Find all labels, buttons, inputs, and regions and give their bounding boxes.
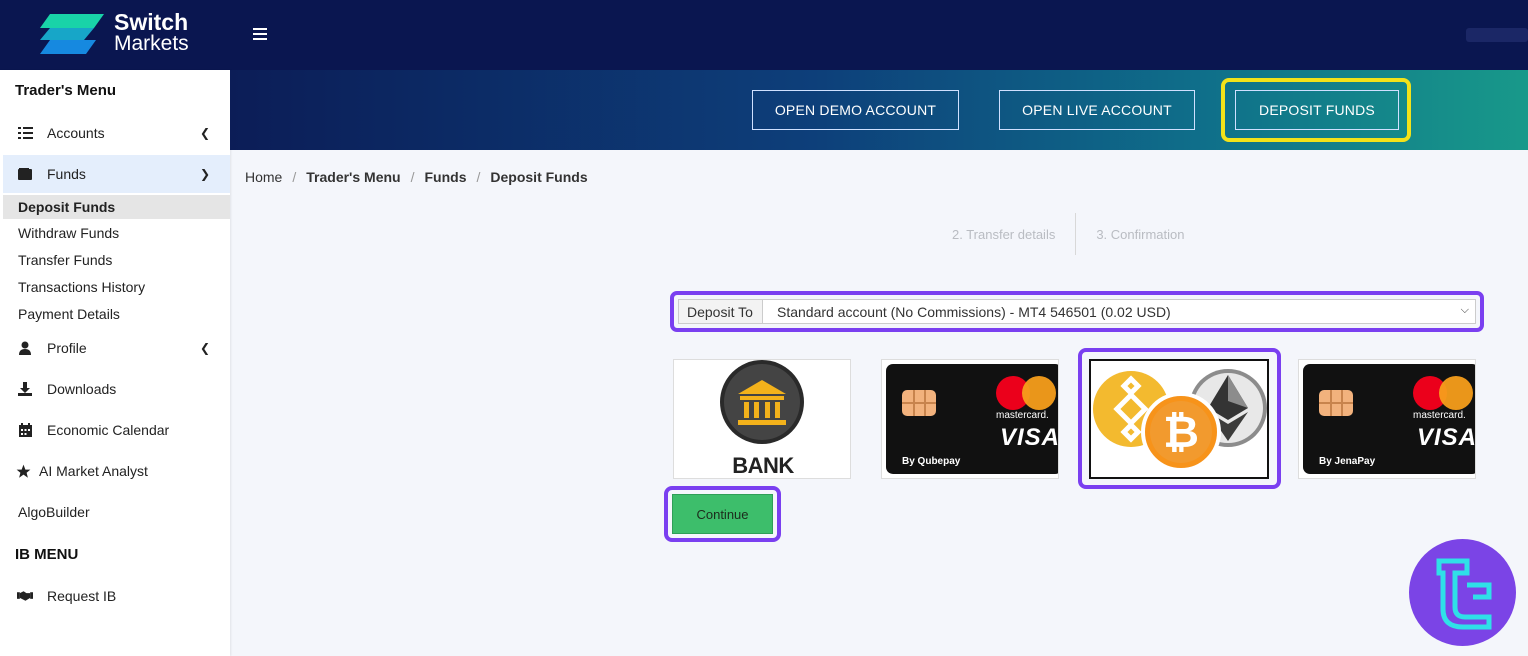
sidebar-item-profile[interactable]: Profile ❮ bbox=[3, 329, 230, 367]
breadcrumb: Home / Trader's Menu / Funds / Deposit F… bbox=[245, 169, 588, 185]
chevron-down-icon: ❯ bbox=[199, 167, 210, 181]
mastercard-label: mastercard. bbox=[1413, 410, 1466, 421]
tc-logo-icon bbox=[1436, 558, 1492, 630]
brand-logo[interactable]: Switch Markets bbox=[38, 9, 189, 55]
sidebar-item-label: Profile bbox=[47, 340, 87, 356]
sidebar-subitem-transfer-funds[interactable]: Transfer Funds bbox=[3, 248, 230, 272]
sidebar-item-label: Accounts bbox=[47, 125, 105, 141]
open-live-account-button[interactable]: OPEN LIVE ACCOUNT bbox=[999, 90, 1195, 130]
ib-menu-heading: IB MENU bbox=[15, 546, 79, 563]
sidebar-heading: Trader's Menu bbox=[15, 82, 117, 99]
deposit-to-label: Deposit To bbox=[679, 300, 763, 323]
sidebar-item-label: Downloads bbox=[47, 381, 117, 397]
user-icon bbox=[17, 340, 33, 356]
card-image: mastercard. VISA By Qubepay bbox=[886, 364, 1059, 474]
chevron-down-icon: ⌵ bbox=[1460, 304, 1469, 316]
sidebar-item-economic-calendar[interactable]: Economic Calendar bbox=[3, 411, 230, 449]
brand-line2: Markets bbox=[114, 32, 189, 55]
sidebar-item-request-ib[interactable]: Request IB bbox=[3, 577, 230, 615]
step-transfer-details: 2. Transfer details bbox=[952, 226, 1056, 242]
continue-highlight: Continue bbox=[664, 486, 781, 542]
sidebar: Trader's Menu Accounts ❮ Funds ❯ Deposit… bbox=[0, 70, 230, 656]
chip-icon bbox=[902, 390, 936, 416]
breadcrumb-separator: / bbox=[410, 169, 415, 185]
chip-icon bbox=[1319, 390, 1353, 416]
payment-method-jenapay[interactable]: mastercard. VISA By JenaPay bbox=[1298, 359, 1476, 479]
provider-label: By JenaPay bbox=[1319, 456, 1376, 467]
sidebar-subitem-payment-details[interactable]: Payment Details bbox=[3, 302, 230, 326]
download-icon bbox=[17, 381, 33, 397]
wizard-steps: 2. Transfer details 3. Confirmation bbox=[952, 213, 1184, 255]
sidebar-item-label: Economic Calendar bbox=[47, 422, 170, 438]
breadcrumb-traders-menu[interactable]: Trader's Menu bbox=[306, 169, 400, 185]
mastercard-icon bbox=[1413, 376, 1473, 410]
user-menu[interactable] bbox=[1466, 28, 1528, 42]
step-divider bbox=[1075, 213, 1077, 255]
sidebar-item-funds[interactable]: Funds ❯ bbox=[3, 155, 230, 193]
switch-logo-icon bbox=[40, 14, 104, 54]
action-banner: OPEN DEMO ACCOUNT OPEN LIVE ACCOUNT DEPO… bbox=[230, 70, 1528, 150]
breadcrumb-funds[interactable]: Funds bbox=[425, 169, 467, 185]
deposit-account-select[interactable]: Standard account (No Commissions) - MT4 … bbox=[763, 300, 1475, 323]
deposit-funds-button[interactable]: DEPOSIT FUNDS bbox=[1235, 90, 1399, 130]
list-icon bbox=[17, 125, 33, 141]
handshake-icon bbox=[17, 588, 33, 604]
crypto-method-highlight bbox=[1078, 348, 1281, 489]
chevron-left-icon: ❮ bbox=[199, 341, 210, 355]
top-bar: Switch Markets bbox=[0, 0, 1528, 70]
provider-label: By Qubepay bbox=[902, 456, 961, 467]
continue-button[interactable]: Continue bbox=[672, 494, 773, 534]
sidebar-item-label: Funds bbox=[47, 166, 86, 182]
chevron-left-icon: ❮ bbox=[199, 126, 210, 140]
mastercard-icon bbox=[996, 376, 1056, 410]
open-demo-account-button[interactable]: OPEN DEMO ACCOUNT bbox=[752, 90, 959, 130]
breadcrumb-home[interactable]: Home bbox=[245, 169, 282, 185]
payment-method-bank-transfer[interactable]: BANK TRANSFER bbox=[673, 359, 851, 479]
brand-line1: Switch bbox=[114, 9, 189, 35]
bank-transfer-label: BANK TRANSFER bbox=[732, 453, 794, 478]
wallet-icon bbox=[17, 166, 33, 182]
sidebar-item-ai-market-analyst[interactable]: AI Market Analyst bbox=[3, 452, 230, 490]
brand-name: Switch Markets bbox=[114, 9, 189, 55]
hamburger-menu-icon[interactable] bbox=[253, 28, 267, 40]
sidebar-subitem-transactions-history[interactable]: Transactions History bbox=[3, 275, 230, 299]
deposit-account-value: Standard account (No Commissions) - MT4 … bbox=[777, 303, 1171, 320]
visa-label: VISA bbox=[1417, 424, 1476, 451]
breadcrumb-deposit-funds: Deposit Funds bbox=[490, 169, 588, 185]
breadcrumb-separator: / bbox=[292, 169, 297, 185]
sidebar-subitem-deposit-funds[interactable]: Deposit Funds bbox=[3, 195, 230, 219]
sidebar-item-label: Request IB bbox=[47, 588, 117, 604]
payment-method-qubepay[interactable]: mastercard. VISA By Qubepay bbox=[881, 359, 1059, 479]
sidebar-subitem-withdraw-funds[interactable]: Withdraw Funds bbox=[3, 221, 230, 245]
deposit-to-group: Deposit To Standard account (No Commissi… bbox=[678, 299, 1476, 324]
sidebar-item-label: AI Market Analyst bbox=[39, 463, 148, 479]
calendar-icon bbox=[17, 422, 33, 438]
mastercard-label: mastercard. bbox=[996, 410, 1049, 421]
star-icon bbox=[15, 463, 31, 479]
card-image: mastercard. VISA By JenaPay bbox=[1303, 364, 1476, 474]
step-confirmation: 3. Confirmation bbox=[1096, 226, 1185, 242]
breadcrumb-separator: / bbox=[476, 169, 481, 185]
visa-label: VISA bbox=[1000, 424, 1059, 451]
sidebar-item-accounts[interactable]: Accounts ❮ bbox=[3, 114, 230, 152]
watermark-logo bbox=[1409, 539, 1516, 646]
sidebar-item-algobuilder[interactable]: AlgoBuilder bbox=[3, 500, 230, 524]
sidebar-item-downloads[interactable]: Downloads bbox=[3, 370, 230, 408]
deposit-to-highlight: Deposit To Standard account (No Commissi… bbox=[670, 291, 1484, 332]
